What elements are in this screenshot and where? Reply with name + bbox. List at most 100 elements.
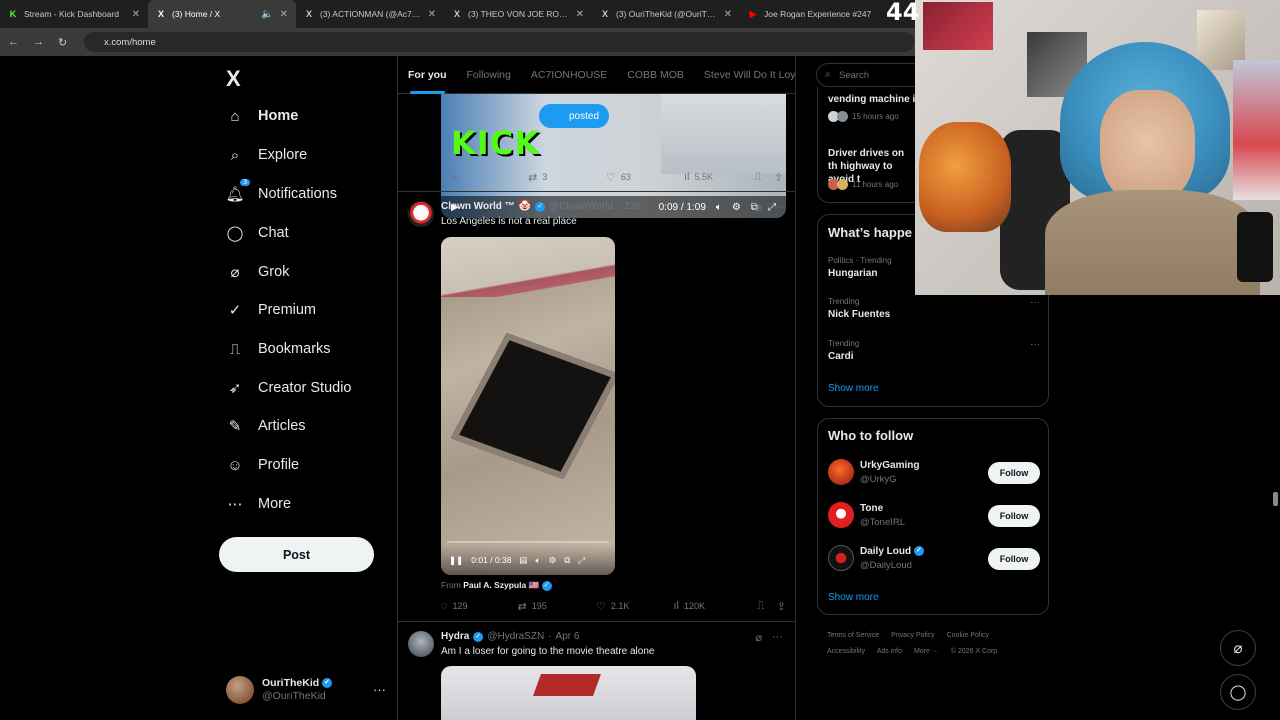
video-player[interactable]: KICK posted ▶ 0:09 / 1:09 🔈︎ ⚙ ⧉ ⤢ <box>441 94 786 218</box>
volume-icon[interactable]: 🔈︎ <box>535 555 540 566</box>
footer-link[interactable]: More ··· <box>914 648 939 655</box>
reply-button[interactable]: ◌ 6 <box>441 171 528 183</box>
x-logo-icon[interactable]: X <box>226 66 241 92</box>
scrollbar[interactable] <box>1273 492 1278 506</box>
post-button[interactable]: Post <box>219 537 374 572</box>
notification-badge: 3 <box>240 179 250 186</box>
more-options-icon[interactable]: ··· <box>772 631 783 644</box>
more-options-icon[interactable]: ··· <box>772 201 783 214</box>
nav-item-articles[interactable]: ✎ Articles <box>226 412 306 440</box>
bookmark-icon[interactable]: ⎍ <box>754 171 774 184</box>
address-bar[interactable]: x.com/home <box>84 32 914 52</box>
browser-tab-theo[interactable]: X (3) THEO VON JOE ROGAN ✕ <box>444 0 592 28</box>
nav-item-creator-studio[interactable]: ➶ Creator Studio <box>226 374 352 402</box>
settings-icon[interactable]: ⚙ <box>549 555 557 566</box>
reply-button[interactable]: ◌ 129 <box>441 600 518 612</box>
captions-icon[interactable]: ▤ <box>519 555 527 566</box>
more-options-icon[interactable]: ··· <box>1030 339 1040 350</box>
video-progress-bar[interactable] <box>447 541 609 543</box>
nav-item-notifications[interactable]: 🔔︎ 3 Notifications <box>225 179 337 208</box>
trend-item[interactable]: Trending Cardi ··· <box>828 339 1040 362</box>
speaker-icon[interactable]: 🔈 <box>261 9 273 20</box>
fullscreen-icon[interactable]: ⤢ <box>578 555 585 566</box>
footer-link[interactable]: Cookie Policy <box>947 632 989 639</box>
trend-item[interactable]: Trending Nick Fuentes ··· <box>828 297 1040 320</box>
settings-icon[interactable]: ⚙ <box>732 202 741 213</box>
tab-cobb-mob[interactable]: COBB MOB <box>617 56 694 94</box>
share-icon[interactable]: ⇪ <box>777 600 786 613</box>
forward-icon[interactable]: → <box>33 36 44 48</box>
bookmark-icon[interactable]: ⎍ <box>757 600 777 613</box>
footer-link[interactable]: Ads info <box>877 648 902 655</box>
repost-button[interactable]: ⇄ 3 <box>528 171 606 184</box>
messages-icon[interactable]: ◯ <box>1220 674 1256 710</box>
browser-tab-ourithekid[interactable]: X (3) OuriTheKid (@OuriTheKi ✕ <box>592 0 740 28</box>
pip-icon[interactable]: ⧉ <box>564 555 570 566</box>
follow-button[interactable]: Follow <box>988 505 1040 527</box>
show-more-link[interactable]: Show more <box>828 383 879 394</box>
from-name[interactable]: Paul A. Szypula 🇺🇸 <box>463 580 539 590</box>
tweet-author-name[interactable]: Hydra <box>441 631 469 642</box>
like-button[interactable]: ♡ 63 <box>606 171 684 184</box>
nav-item-grok[interactable]: ⌀ Grok <box>226 258 289 286</box>
nav-item-more[interactable]: ⋯ More <box>226 490 292 518</box>
nav-item-chat[interactable]: ◯ Chat <box>226 219 289 247</box>
reload-icon[interactable]: ↻ <box>58 36 67 49</box>
back-icon[interactable]: ← <box>8 36 19 48</box>
tweet-author-handle[interactable]: @ClownWorld <box>549 201 613 212</box>
browser-tab-kick[interactable]: K Stream - Kick Dashboard ✕ <box>0 0 148 28</box>
nav-item-profile[interactable]: ☺ Profile <box>226 451 299 479</box>
nav-item-bookmarks[interactable]: ⎍ Bookmarks <box>226 335 331 363</box>
browser-tab-home[interactable]: X (3) Home / X 🔈 ✕ <box>148 0 296 28</box>
account-switcher[interactable]: OuriTheKid ✓ @OuriTheKid ··· <box>226 674 386 706</box>
close-tab-icon[interactable]: ✕ <box>280 9 288 20</box>
tweet-media[interactable] <box>441 666 696 720</box>
more-options-icon[interactable]: ··· <box>373 682 386 697</box>
grok-icon[interactable]: ⌀ <box>1220 630 1256 666</box>
follow-suggestion[interactable]: Daily Loud ✓ @DailyLoud Follow <box>828 544 1040 574</box>
close-tab-icon[interactable]: ✕ <box>724 9 732 20</box>
avatar[interactable] <box>408 631 434 657</box>
nav-item-home[interactable]: ⌂ Home <box>226 102 298 130</box>
follow-suggestion[interactable]: Tone @ToneIRL Follow <box>828 501 1040 531</box>
tweet-author-name[interactable]: Clown World ™ <box>441 201 515 212</box>
follow-suggestion[interactable]: UrkyGaming @UrkyG Follow <box>828 458 1040 488</box>
views-button[interactable]: ıl 5.5K <box>684 171 754 183</box>
follow-button[interactable]: Follow <box>988 548 1040 570</box>
tweet-author-handle[interactable]: @HydraSZN <box>487 631 544 642</box>
more-options-icon[interactable]: ··· <box>1030 297 1040 308</box>
volume-icon[interactable]: 🔈︎ <box>716 202 722 213</box>
views-button[interactable]: ıl 120K <box>673 600 756 612</box>
grok-icon[interactable]: ⌀ <box>755 631 762 644</box>
repost-button[interactable]: ⇄ 195 <box>518 600 596 613</box>
video-player[interactable]: ❚❚ 0:01 / 0:38 ▤ 🔈︎ ⚙ ⧉ ⤢ <box>441 237 615 575</box>
close-tab-icon[interactable]: ✕ <box>428 9 436 20</box>
follow-button[interactable]: Follow <box>988 462 1040 484</box>
show-more-link[interactable]: Show more <box>828 592 879 603</box>
tab-ac7ionhouse[interactable]: AC7IONHOUSE <box>521 56 617 94</box>
avatar[interactable] <box>408 201 434 227</box>
footer-link[interactable]: Accessibility <box>827 648 865 655</box>
tweet-time[interactable]: Apr 6 <box>556 631 580 642</box>
like-button[interactable]: ♡ 2.1K <box>596 600 673 613</box>
tab-following[interactable]: Following <box>457 56 521 94</box>
view-count: 5.5K <box>694 172 714 182</box>
nav-item-explore[interactable]: ⌕ Explore <box>226 141 307 169</box>
browser-tab-youtube[interactable]: ▶ Joe Rogan Experience #247 <box>740 0 888 28</box>
share-icon[interactable]: ⇪ <box>774 171 783 184</box>
news-item-title[interactable]: vending machine i <box>828 93 915 106</box>
footer-link[interactable]: Terms of Service <box>827 632 879 639</box>
bookmark-icon: ⎍ <box>229 340 241 358</box>
close-tab-icon[interactable]: ✕ <box>132 9 140 20</box>
grok-icon[interactable]: ⌀ <box>755 201 762 214</box>
tweet-time[interactable]: 22h <box>624 201 641 212</box>
pause-icon[interactable]: ❚❚ <box>449 555 463 566</box>
posted-pill[interactable]: posted <box>539 104 610 128</box>
views-icon: ıl <box>673 600 679 612</box>
footer-link[interactable]: Privacy Policy <box>891 632 935 639</box>
nav-item-premium[interactable]: ✓ Premium <box>226 296 316 324</box>
tab-steve-will-do-it[interactable]: Steve Will Do It Loyal <box>694 56 795 94</box>
browser-tab-actionman[interactable]: X (3) ACTIONMAN (@Ac7ionM ✕ <box>296 0 444 28</box>
close-tab-icon[interactable]: ✕ <box>576 9 584 20</box>
tab-for-you[interactable]: For you <box>398 56 457 94</box>
